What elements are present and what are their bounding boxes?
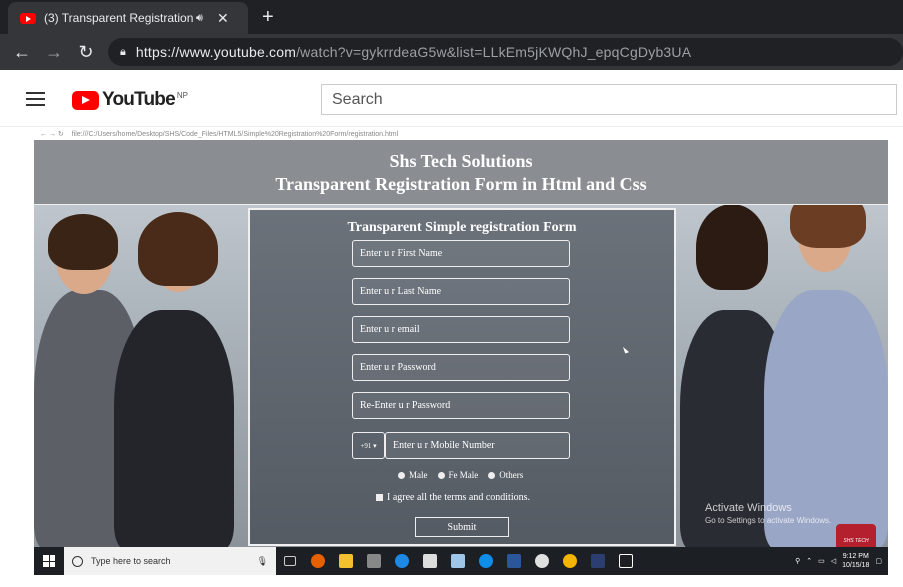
file-explorer-icon [332, 547, 360, 575]
photoshop-icon [584, 547, 612, 575]
volume-icon: ◁ [830, 558, 837, 565]
browser-toolbar: ← → ↻ 🔒︎ https://www.youtube.com/watch?v… [0, 34, 903, 70]
task-view-icon [276, 547, 304, 575]
address-bar[interactable]: 🔒︎ https://www.youtube.com/watch?v=gykrr… [108, 38, 903, 66]
inner-url: file:///C:/Users/home/Desktop/SHS/Code_F… [71, 130, 399, 138]
tab-close-icon[interactable]: ✕ [217, 10, 229, 27]
radio-dot-icon [488, 471, 496, 479]
notepad-icon [444, 547, 472, 575]
word-icon [500, 547, 528, 575]
tab-title: (3) Transparent Registration F [44, 11, 194, 25]
url-text: https://www.youtube.com/watch?v=gykrrdea… [135, 44, 692, 60]
network-icon: ▭ [818, 558, 825, 565]
new-tab-button[interactable]: + [262, 6, 274, 29]
window-app-icon [612, 547, 640, 575]
last-name-field[interactable]: Enter u r Last Name [352, 278, 570, 305]
radio-dot-icon [437, 471, 445, 479]
password-field[interactable]: Enter u r Password [352, 354, 570, 381]
store-icon [416, 547, 444, 575]
first-name-field[interactable]: Enter u r First Name [352, 240, 570, 267]
teamviewer-icon [472, 547, 500, 575]
banner-divider [34, 204, 888, 205]
person-hair [696, 204, 768, 290]
video-player[interactable]: ← → ↻ file:///C:/Users/home/Desktop/SHS/… [0, 128, 903, 587]
paint-icon [528, 547, 556, 575]
video-frame: Shs Tech Solutions Transparent Registrat… [34, 140, 888, 547]
calculator-icon [360, 547, 388, 575]
channel-logo: SHS TECH [836, 524, 876, 547]
lock-icon: 🔒︎ [120, 45, 126, 58]
email-field[interactable]: Enter u r email [352, 316, 570, 343]
video-inner-address-bar: ← → ↻ file:///C:/Users/home/Desktop/SHS/… [34, 128, 888, 140]
radio-dot-icon [398, 471, 405, 479]
checkbox-icon [376, 494, 383, 501]
browser-tab[interactable]: (3) Transparent Registration F 🔊︎ ✕ [8, 2, 248, 34]
chrome-icon [556, 547, 584, 575]
inner-nav-icons: ← → ↻ [40, 131, 64, 138]
confirm-password-field[interactable]: Re-Enter u r Password [352, 392, 570, 419]
terms-checkbox[interactable]: I agree all the terms and conditions. [376, 492, 530, 503]
system-tray: ⚲ ⌃ ▭ ◁ 9:12 PM 10/15/18 ▢ [795, 552, 888, 570]
people-icon: ⚲ [795, 558, 801, 565]
gender-female-radio[interactable]: Fe Male [437, 470, 478, 480]
hamburger-menu-icon[interactable] [26, 92, 45, 106]
person-hair [48, 214, 118, 270]
terms-label: I agree all the terms and conditions. [387, 492, 531, 503]
youtube-favicon-icon [20, 12, 36, 24]
person-silhouette [114, 310, 234, 547]
person-hair [138, 212, 218, 286]
banner-title: Shs Tech Solutions [389, 151, 533, 171]
submit-button[interactable]: Submit [415, 517, 509, 537]
edge-icon [388, 547, 416, 575]
youtube-play-icon [72, 90, 99, 110]
cortana-icon [72, 555, 83, 567]
banner-subtitle: Transparent Registration Form in Html an… [275, 174, 647, 194]
registration-form: Transparent Simple registration Form Ent… [248, 208, 676, 546]
windows-start-icon [34, 555, 64, 567]
gender-radio-group: Male Fe Male Others [398, 470, 523, 480]
youtube-logo[interactable]: YouTube NP [72, 89, 188, 111]
mobile-number-field[interactable]: Enter u r Mobile Number [385, 432, 570, 459]
speaker-icon[interactable]: 🔊︎ [196, 12, 203, 25]
gender-male-radio[interactable]: Male [398, 470, 428, 480]
reload-icon[interactable]: ↻ [70, 42, 102, 63]
back-arrow-icon[interactable]: ← [6, 42, 38, 63]
country-code-select[interactable]: +91 ▾ [352, 432, 385, 459]
form-title: Transparent Simple registration Form [347, 220, 577, 235]
tray-arrow-icon: ⌃ [806, 558, 813, 565]
search-input[interactable]: Search [321, 84, 897, 115]
taskbar-search: Type here to search 🎙︎ [64, 547, 276, 575]
gender-other-radio[interactable]: Others [488, 470, 523, 480]
youtube-header: YouTube NP Search [0, 70, 903, 127]
microphone-icon: 🎙︎ [256, 555, 268, 566]
browser-tab-strip: (3) Transparent Registration F 🔊︎ ✕ + [0, 0, 903, 34]
taskbar-clock: 9:12 PM 10/15/18 [842, 553, 870, 569]
notifications-icon: ▢ [875, 558, 882, 565]
windows-taskbar: Type here to search 🎙︎ ⚲ ⌃ ▭ ◁ 9:12 PM 1… [34, 547, 888, 575]
firefox-icon [304, 547, 332, 575]
region-code: NP [176, 90, 188, 100]
activate-windows-watermark: Activate Windows Go to Settings to activ… [705, 502, 832, 525]
video-title-banner: Shs Tech Solutions Transparent Registrat… [34, 140, 888, 204]
forward-arrow-icon[interactable]: → [38, 42, 70, 63]
